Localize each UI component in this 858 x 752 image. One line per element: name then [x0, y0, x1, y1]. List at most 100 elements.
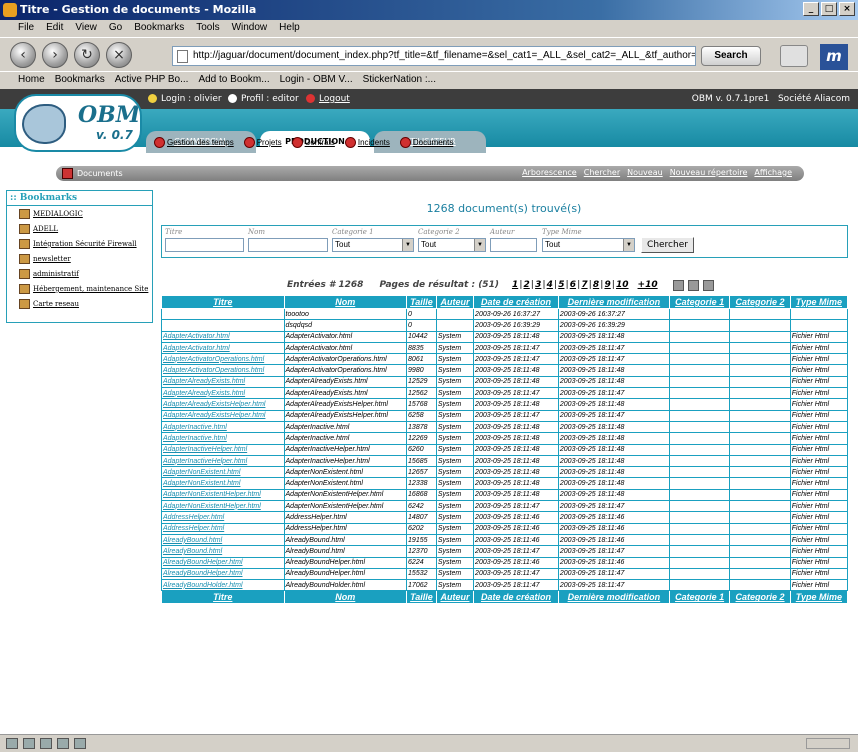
documents-link[interactable]: Affichage — [754, 168, 792, 177]
title-link[interactable] — [161, 319, 285, 332]
menu-edit[interactable]: Edit — [46, 22, 63, 37]
title-link[interactable]: AdapterActivatorOperations.html — [161, 353, 285, 366]
column-header[interactable]: Type Mime — [789, 295, 849, 309]
title-link[interactable]: AdapterActivator.html — [161, 341, 285, 355]
column-header[interactable]: Date de création — [473, 590, 559, 605]
menu-go[interactable]: Go — [109, 22, 122, 37]
column-header[interactable]: Date de création — [473, 295, 559, 309]
documents-link[interactable]: Nouveau répertoire — [670, 168, 748, 177]
search-button[interactable]: Search — [701, 46, 761, 66]
title-link[interactable]: AdapterNonExistent.html — [161, 466, 285, 479]
column-header[interactable]: Type Mime — [789, 590, 849, 605]
sidebar-bookmark[interactable]: Intégration Sécurité Firewall — [7, 236, 152, 251]
sidebar-bookmark[interactable]: administratif — [7, 266, 152, 281]
page-link[interactable]: 7 — [581, 280, 587, 290]
title-link[interactable]: AdapterInactiveHelper.html — [161, 443, 285, 456]
last-page-icon[interactable] — [672, 279, 684, 291]
bookmark-bar-item[interactable]: Home — [18, 74, 45, 89]
back-icon[interactable]: ‹ — [10, 42, 36, 68]
title-link[interactable]: AlreadyBoundHelper.html — [161, 567, 285, 581]
close-button[interactable]: × — [839, 2, 855, 16]
chat-icon[interactable] — [40, 738, 52, 749]
chercher-button[interactable]: Chercher — [641, 237, 694, 253]
submenu-item[interactable]: Contrats — [291, 137, 335, 148]
logout-link[interactable]: Logout — [306, 94, 350, 104]
documents-link[interactable]: Arborescence — [522, 168, 577, 177]
title-link[interactable]: AdapterActivator.html — [161, 330, 285, 343]
column-header[interactable]: Categorie 1 — [668, 295, 731, 309]
next-10-link[interactable]: +10 — [638, 280, 658, 290]
title-link[interactable] — [161, 307, 285, 321]
title-link[interactable]: AdapterActivatorOperations.html — [161, 364, 285, 377]
page-link[interactable]: 4 — [547, 280, 553, 290]
mime-select[interactable]: Tout ▼ — [542, 238, 635, 252]
column-header[interactable]: Dernière modification — [557, 295, 670, 309]
submenu-item[interactable]: Incidents — [344, 137, 390, 148]
title-link[interactable]: AlreadyBoundHelper.html — [161, 556, 285, 569]
column-header[interactable]: Dernière modification — [557, 590, 670, 605]
bookmark-bar-item[interactable]: StickerNation :... — [363, 74, 436, 89]
cat2-select[interactable]: Tout ▼ — [418, 238, 486, 252]
page-link[interactable]: 1 — [512, 280, 518, 290]
mail-icon[interactable] — [23, 738, 35, 749]
printer-icon[interactable] — [780, 45, 808, 67]
submenu-item[interactable]: Projets — [243, 137, 282, 148]
forward-icon[interactable]: › — [42, 42, 68, 68]
titre-input[interactable] — [165, 238, 244, 252]
bookmark-bar-item[interactable]: Bookmarks — [55, 74, 105, 89]
sidebar-bookmark[interactable]: ADELL — [7, 221, 152, 236]
title-link[interactable]: AdapterNonExistentHelper.html — [161, 488, 285, 502]
bookmark-bar-item[interactable]: Login - OBM V... — [280, 74, 353, 89]
menu-bookmarks[interactable]: Bookmarks — [134, 22, 184, 37]
title-link[interactable]: AdapterInactive.html — [161, 432, 285, 445]
bookmark-bar-item[interactable]: Add to Bookm... — [198, 74, 269, 89]
sidebar-bookmark[interactable]: newsletter — [7, 251, 152, 266]
title-link[interactable]: AdapterNonExistentHelper.html — [161, 500, 285, 513]
auteur-input[interactable] — [490, 238, 537, 252]
stop-icon[interactable]: × — [106, 42, 132, 68]
title-link[interactable]: AdapterAlreadyExists.html — [161, 375, 285, 389]
submenu-item[interactable]: Gestion des temps — [154, 137, 234, 148]
page-link[interactable]: 5 — [558, 280, 564, 290]
column-header[interactable]: Auteur — [435, 590, 475, 605]
page-link[interactable]: 8 — [593, 280, 599, 290]
sidebar-bookmark[interactable]: Carte reseau — [7, 296, 152, 311]
column-header[interactable]: Nom — [283, 295, 408, 309]
sidebar-bookmark[interactable]: MEDIALOGIC — [7, 206, 152, 221]
page-link[interactable]: 2 — [524, 280, 530, 290]
bookmark-bar-item[interactable]: Active PHP Bo... — [115, 74, 189, 89]
page-link[interactable]: 3 — [535, 280, 541, 290]
addressbook-icon[interactable] — [74, 738, 86, 749]
title-link[interactable]: AlreadyBound.html — [161, 545, 285, 558]
navigator-icon[interactable] — [6, 738, 18, 749]
column-header[interactable]: Categorie 1 — [668, 590, 731, 605]
menu-view[interactable]: View — [75, 22, 97, 37]
title-link[interactable]: AlreadyBoundHolder.html — [161, 579, 285, 592]
url-input[interactable]: http://jaguar/document/document_index.ph… — [172, 46, 696, 66]
nom-input[interactable] — [248, 238, 328, 252]
page-link[interactable]: 6 — [570, 280, 576, 290]
column-header[interactable]: Taille — [406, 590, 437, 605]
page-link[interactable]: 9 — [604, 280, 610, 290]
print-list-icon[interactable] — [702, 279, 714, 291]
documents-link[interactable]: Chercher — [584, 168, 620, 177]
menu-help[interactable]: Help — [279, 22, 300, 37]
title-link[interactable]: AdapterInactive.html — [161, 420, 285, 434]
reload-icon[interactable]: ↻ — [74, 42, 100, 68]
column-header[interactable]: Auteur — [435, 295, 475, 309]
column-header[interactable]: Categorie 2 — [729, 590, 791, 605]
title-link[interactable]: AdapterNonExistent.html — [161, 477, 285, 490]
column-header[interactable]: Titre — [161, 590, 285, 605]
composer-icon[interactable] — [57, 738, 69, 749]
minimize-button[interactable]: _ — [803, 2, 819, 16]
title-link[interactable]: AddressHelper.html — [161, 511, 285, 524]
menu-window[interactable]: Window — [232, 22, 268, 37]
page-link[interactable]: 10 — [616, 280, 629, 290]
column-header[interactable]: Nom — [283, 590, 408, 605]
title-link[interactable]: AdapterAlreadyExistsHelper.html — [161, 409, 285, 422]
title-link[interactable]: AdapterAlreadyExists.html — [161, 387, 285, 400]
menu-file[interactable]: File — [18, 22, 34, 37]
sidebar-bookmark[interactable]: Hébergement, maintenance Site — [7, 281, 152, 296]
submenu-item[interactable]: Documents — [399, 137, 453, 148]
title-link[interactable]: AlreadyBound.html — [161, 533, 285, 547]
